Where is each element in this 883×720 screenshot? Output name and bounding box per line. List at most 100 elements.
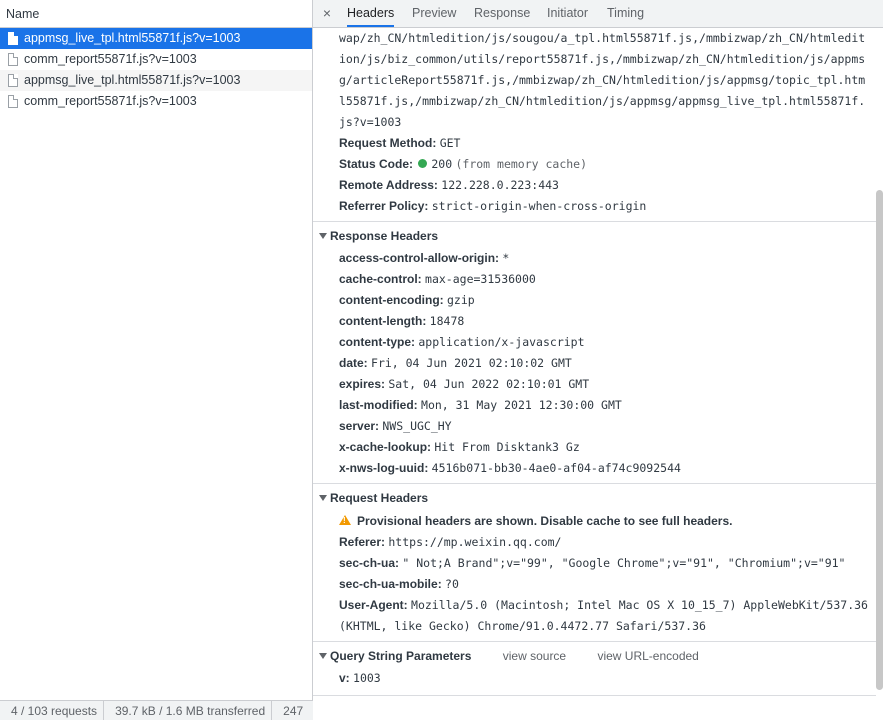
header-key: Referer: [339,535,386,549]
header-value: GET [439,136,461,150]
close-icon[interactable]: × [319,5,335,21]
header-key: access-control-allow-origin: [339,251,500,265]
header-row: content-type: application/x-javascript [313,332,876,353]
header-value: * [502,251,510,265]
provisional-warning: Provisional headers are shown. Disable c… [313,510,876,532]
transferred-size: 39.7 kB / 1.6 MB transferred [104,701,273,720]
header-key: last-modified: [339,398,418,412]
details-tabbar: × Headers Preview Response Initiator Tim… [313,0,883,28]
request-row[interactable]: comm_report55871f.js?v=1003 [0,49,312,70]
file-icon [8,32,18,45]
header-key: server: [339,419,380,433]
file-icon [8,53,18,66]
request-name: appmsg_live_tpl.html55871f.js?v=1003 [24,31,241,45]
header-value: Hit From Disktank3 Gz [434,440,580,454]
query-param-row: v: 1003 [313,668,876,689]
section-title: Response Headers [330,229,439,243]
header-row: date: Fri, 04 Jun 2021 02:10:02 GMT [313,353,876,374]
header-row: sec-ch-ua: " Not;A Brand";v="99", "Googl… [313,553,876,574]
header-row: access-control-allow-origin: * [313,248,876,269]
warning-icon [339,514,351,525]
response-headers-section: Response Headers access-control-allow-or… [313,221,876,479]
request-name: comm_report55871f.js?v=1003 [24,52,197,66]
status-ok-icon [418,159,428,169]
file-icon [8,74,18,87]
vertical-scrollbar[interactable] [876,190,883,690]
header-value: Mozilla/5.0 (Macintosh; Intel Mac OS X 1… [339,598,868,633]
request-name: comm_report55871f.js?v=1003 [24,94,197,108]
header-key: content-length: [339,314,427,328]
header-row: x-nws-log-uuid: 4516b071-bb30-4ae0-af04-… [313,458,876,479]
header-value: Fri, 04 Jun 2021 02:10:02 GMT [371,356,572,370]
header-value: NWS_UGC_HY [382,419,452,433]
request-row[interactable]: appmsg_live_tpl.html55871f.js?v=1003 [0,28,312,49]
network-summary-bar: 4 / 103 requests 39.7 kB / 1.6 MB transfe… [0,700,313,720]
header-value: https://mp.weixin.qq.com/ [388,535,562,549]
divider [313,695,876,696]
status-code-row: Status Code: 200 (from memory cache) [313,154,876,175]
request-list-pane: Name appmsg_live_tpl.html55871f.js?v=100… [0,0,313,720]
request-url-value: wap/zh_CN/htmledition/js/sougou/a_tpl.ht… [339,31,866,129]
header-key: date: [339,356,368,370]
view-url-encoded-link[interactable]: view URL-encoded [597,649,698,663]
query-params-toggle[interactable]: Query String Parameters view source view… [313,644,876,668]
triangle-down-icon [319,652,327,659]
header-value: ?0 [445,577,459,591]
header-value: " Not;A Brand";v="99", "Google Chrome";v… [402,556,846,570]
tab-timing[interactable]: Timing [607,0,644,27]
header-row: last-modified: Mon, 31 May 2021 12:30:00… [313,395,876,416]
header-key: Referrer Policy: [339,199,429,213]
header-value: application/x-javascript [418,335,585,349]
header-row: expires: Sat, 04 Jun 2022 02:10:01 GMT [313,374,876,395]
tab-headers[interactable]: Headers [347,0,395,27]
tab-initiator[interactable]: Initiator [547,0,588,27]
header-key: User-Agent: [339,598,408,612]
header-value: strict-origin-when-cross-origin [431,199,647,213]
header-row: sec-ch-ua-mobile: ?0 [313,574,876,595]
header-value: 18478 [429,314,465,328]
triangle-down-icon [319,494,327,501]
param-value: 1003 [353,671,381,685]
request-row[interactable]: comm_report55871f.js?v=1003 [0,91,312,112]
query-params-section: Query String Parameters view source view… [313,641,876,696]
header-value: Sat, 04 Jun 2022 02:10:01 GMT [388,377,590,391]
tab-preview[interactable]: Preview [412,0,456,27]
header-value: 122.228.0.223:443 [441,178,559,192]
resources-size: 247 [283,704,304,718]
request-name: appmsg_live_tpl.html55871f.js?v=1003 [24,73,241,87]
header-row: content-length: 18478 [313,311,876,332]
header-key: Status Code: [339,157,414,171]
header-key: expires: [339,377,386,391]
param-key: v: [339,671,350,685]
status-code-note: (from memory cache) [455,157,588,171]
header-key: Request Method: [339,136,437,150]
header-key: sec-ch-ua-mobile: [339,577,442,591]
view-source-link[interactable]: view source [503,649,566,663]
header-key: sec-ch-ua: [339,556,400,570]
headers-content: wap/zh_CN/htmledition/js/sougou/a_tpl.ht… [313,28,876,720]
tab-response[interactable]: Response [474,0,530,27]
header-key: x-nws-log-uuid: [339,461,429,475]
response-headers-toggle[interactable]: Response Headers [313,224,876,248]
header-row: server: NWS_UGC_HY [313,416,876,437]
header-value: Mon, 31 May 2021 12:30:00 GMT [421,398,622,412]
status-code-value: 200 [431,157,453,171]
referrer-policy-row: Referrer Policy: strict-origin-when-cros… [313,196,876,217]
request-row[interactable]: appmsg_live_tpl.html55871f.js?v=1003 [0,70,312,91]
section-title: Query String Parameters [330,649,472,663]
header-key: content-type: [339,335,415,349]
request-headers-toggle[interactable]: Request Headers [313,486,876,510]
header-row: cache-control: max-age=31536000 [313,269,876,290]
warning-text: Provisional headers are shown. Disable c… [357,514,733,528]
request-method-row: Request Method: GET [313,133,876,154]
name-column-header[interactable]: Name [0,0,312,28]
remote-address-row: Remote Address: 122.228.0.223:443 [313,175,876,196]
request-headers-section: Request Headers Provisional headers are … [313,483,876,637]
header-value: 4516b071-bb30-4ae0-af04-af74c9092544 [431,461,681,475]
header-key: Remote Address: [339,178,438,192]
header-value: max-age=31536000 [425,272,536,286]
header-row: x-cache-lookup: Hit From Disktank3 Gz [313,437,876,458]
file-icon [8,95,18,108]
request-details-pane: × Headers Preview Response Initiator Tim… [313,0,883,720]
header-key: x-cache-lookup: [339,440,432,454]
